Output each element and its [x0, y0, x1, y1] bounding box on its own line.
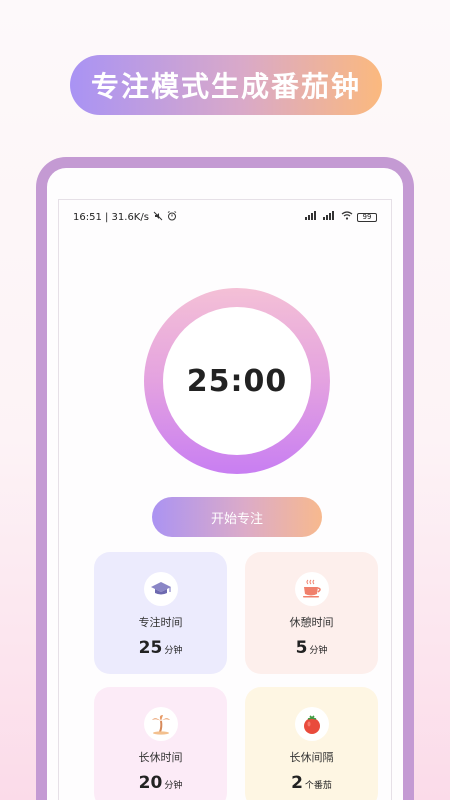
mute-icon: [153, 211, 163, 224]
promo-banner: 专注模式生成番茄钟: [70, 55, 382, 115]
card-focus-time[interactable]: 专注时间 25 分钟: [94, 552, 227, 674]
card-value: 2 个番茄: [291, 773, 332, 793]
graduation-cap-icon: [143, 572, 178, 606]
card-label: 长休间隔: [289, 751, 334, 764]
signal-icon-2: [323, 211, 337, 223]
card-label: 专注时间: [138, 616, 183, 629]
palm-tree-icon: [143, 707, 178, 741]
phone-screen: 16:51 | 31.6K/s 99 25:00 开始专注 专注时间 25 分钟…: [58, 199, 392, 800]
alarm-icon: [167, 210, 177, 224]
card-value-number: 5: [295, 638, 308, 658]
card-value-unit: 分钟: [164, 781, 183, 791]
card-value-number: 20: [138, 773, 163, 793]
card-label: 休憩时间: [289, 616, 334, 629]
timer-ring: 25:00: [144, 288, 330, 474]
card-value: 5 分钟: [296, 638, 328, 658]
signal-icon: [305, 211, 319, 223]
card-long-break-interval[interactable]: 长休间隔 2 个番茄: [245, 687, 378, 800]
card-value: 25 分钟: [139, 638, 183, 658]
card-value-number: 2: [291, 773, 303, 793]
card-label: 长休时间: [138, 751, 183, 764]
card-value: 20 分钟: [139, 773, 183, 793]
promo-banner-title: 专注模式生成番茄钟: [90, 70, 361, 103]
wifi-icon: [341, 211, 353, 223]
timer-display: 25:00: [163, 307, 311, 455]
battery-icon: 99: [357, 212, 377, 222]
status-time-speed: 16:51 | 31.6K/s: [73, 211, 149, 223]
card-value-unit: 分钟: [164, 646, 183, 656]
start-focus-button[interactable]: 开始专注: [152, 497, 322, 537]
card-value-unit: 个番茄: [304, 781, 332, 791]
coffee-cup-icon: [294, 572, 329, 606]
card-value-number: 25: [138, 638, 163, 658]
start-focus-label: 开始专注: [210, 511, 263, 527]
card-value-unit: 分钟: [309, 646, 328, 656]
status-bar: 16:51 | 31.6K/s 99: [73, 210, 377, 224]
tomato-icon: [294, 707, 329, 741]
card-break-time[interactable]: 休憩时间 5 分钟: [245, 552, 378, 674]
phone-frame: 16:51 | 31.6K/s 99 25:00 开始专注 专注时间 25 分钟…: [36, 157, 414, 800]
card-long-break-time[interactable]: 长休时间 20 分钟: [94, 687, 227, 800]
